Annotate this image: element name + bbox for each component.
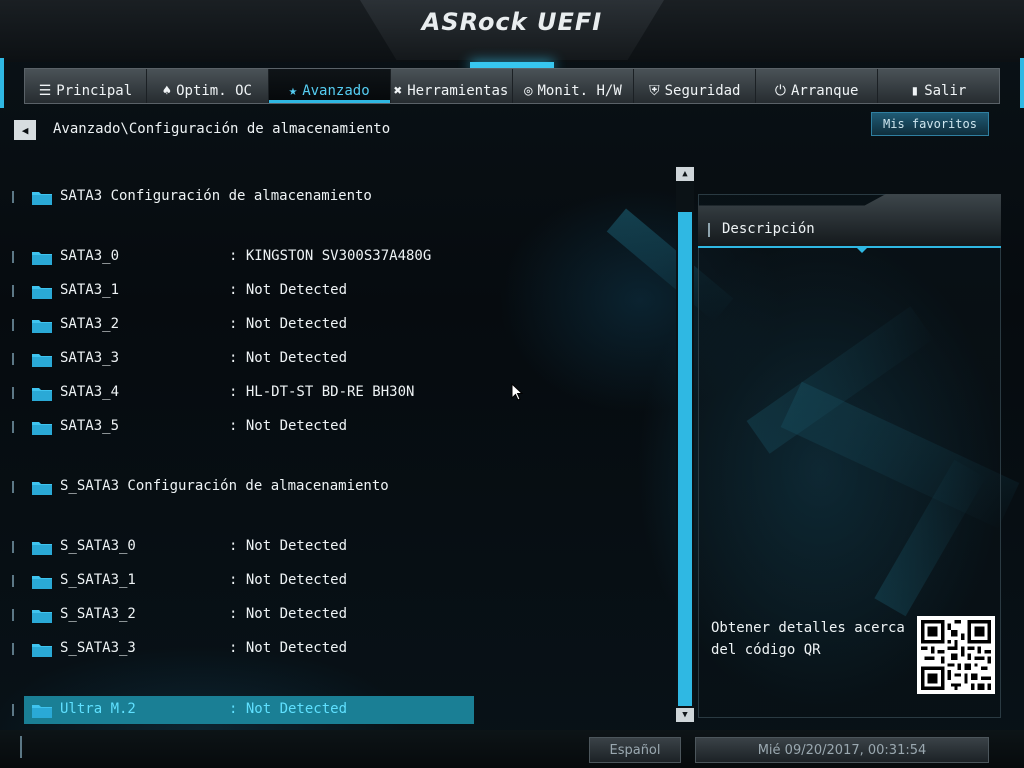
port-value: : Not Detected	[229, 640, 348, 656]
list-item-ssata3-3[interactable]: S_SATA3_3 : Not Detected	[0, 635, 476, 663]
folder-icon	[32, 286, 52, 299]
description-pointer	[856, 247, 868, 253]
power-icon: ⏻	[774, 83, 786, 99]
port-value: : Not Detected	[229, 350, 348, 366]
folder-icon	[32, 644, 52, 657]
list-icon: ☰	[38, 83, 52, 99]
tab-herramientas[interactable]: ✖ Herramientas	[391, 69, 513, 103]
nav-left-edge	[0, 58, 4, 108]
qr-code-icon	[921, 620, 991, 690]
list-item-sata3-2[interactable]: SATA3_2 : Not Detected	[0, 311, 476, 339]
port-value: : Not Detected	[229, 282, 348, 298]
scrollbar-thumb[interactable]	[678, 212, 692, 706]
main-nav: ☰ Principal ♠ Optim. OC ★ Avanzado ✖ Her…	[24, 68, 1000, 104]
nav-right-edge	[1020, 58, 1024, 108]
list-item-sata3-4[interactable]: SATA3_4 : HL-DT-ST BD-RE BH30N	[0, 379, 476, 407]
list-item-ultra-m2[interactable]: Ultra M.2 : Not Detected	[0, 696, 476, 724]
folder-icon	[32, 610, 52, 623]
port-value: : Not Detected	[229, 316, 348, 332]
tab-seguridad[interactable]: ⛨ Seguridad	[634, 69, 757, 103]
list-item-sata3-0[interactable]: SATA3_0 : KINGSTON SV300S37A480G	[0, 243, 476, 271]
folder-icon	[32, 542, 52, 555]
port-label: S_SATA3_2	[60, 606, 136, 622]
qr-text: Obtener detalles acerca del código QR	[711, 620, 905, 658]
port-value: : Not Detected	[229, 538, 348, 554]
port-label: SATA3_5	[60, 418, 120, 434]
section-label: S_SATA3 Configuración de almacenamiento	[60, 478, 389, 494]
port-label: SATA3_4	[60, 384, 120, 400]
tab-label: Avanzado	[302, 83, 370, 99]
port-label: SATA3_0	[60, 248, 120, 264]
port-label: SATA3_1	[60, 282, 120, 298]
section-ssata3[interactable]: S_SATA3 Configuración de almacenamiento	[0, 473, 476, 501]
folder-icon	[32, 388, 52, 401]
breadcrumb: Avanzado\Configuración de almacenamiento	[53, 121, 391, 137]
port-label: SATA3_2	[60, 316, 120, 332]
tab-label: Herramientas	[407, 83, 509, 99]
shield-icon: ⛨	[649, 83, 660, 99]
port-label: S_SATA3_3	[60, 640, 136, 656]
tools-icon: ✖	[393, 83, 403, 99]
tab-label: Optim. OC	[176, 83, 252, 99]
tab-avanzado[interactable]: ★ Avanzado	[268, 69, 391, 103]
port-label: S_SATA3_1	[60, 572, 136, 588]
folder-icon	[32, 576, 52, 589]
tab-label: Salir	[924, 83, 967, 99]
list-item-ssata3-2[interactable]: S_SATA3_2 : Not Detected	[0, 601, 476, 629]
folder-icon	[32, 354, 52, 367]
language-button[interactable]: Español	[589, 737, 681, 763]
mouse-cursor-icon	[511, 383, 523, 401]
list-item-sata3-3[interactable]: SATA3_3 : Not Detected	[0, 345, 476, 373]
port-value: : Not Detected	[229, 572, 348, 588]
triangle-down-icon: ▼	[682, 710, 688, 720]
folder-icon	[32, 192, 52, 205]
section-label: SATA3 Configuración de almacenamiento	[60, 188, 372, 204]
folder-icon	[32, 482, 52, 495]
tab-salir[interactable]: ▮ Salir	[878, 69, 999, 103]
scroll-down-button[interactable]: ▼	[676, 708, 694, 722]
description-title: Descripción	[722, 221, 815, 237]
folder-icon	[32, 320, 52, 333]
tab-monit-hw[interactable]: ◎ Monit. H/W	[513, 69, 635, 103]
exit-icon: ▮	[910, 83, 920, 99]
tab-label: Monit. H/W	[537, 83, 622, 99]
datetime-display: Mié 09/20/2017, 00:31:54	[695, 737, 989, 763]
tab-optim-oc[interactable]: ♠ Optim. OC	[147, 69, 269, 103]
port-value: : KINGSTON SV300S37A480G	[229, 248, 432, 264]
triangle-left-icon: ◀	[21, 123, 29, 137]
scroll-up-button[interactable]: ▲	[676, 167, 694, 181]
tab-arranque[interactable]: ⏻ Arranque	[756, 69, 879, 103]
star-icon: ★	[288, 83, 298, 99]
port-value: : HL-DT-ST BD-RE BH30N	[229, 384, 415, 400]
section-sata3[interactable]: SATA3 Configuración de almacenamiento	[0, 183, 476, 211]
tab-principal[interactable]: ☰ Principal	[25, 69, 147, 103]
port-label: SATA3_3	[60, 350, 120, 366]
tab-label: Arranque	[791, 83, 859, 99]
port-label: S_SATA3_0	[60, 538, 136, 554]
asrock-uefi-logo: ASRock UEFI	[421, 8, 603, 36]
rocket-icon: ♠	[162, 83, 172, 99]
port-value: : Not Detected	[229, 606, 348, 622]
back-button[interactable]: ◀	[14, 120, 36, 140]
folder-icon	[32, 252, 52, 265]
triangle-up-icon: ▲	[682, 169, 688, 179]
monitor-icon: ◎	[524, 83, 533, 99]
port-label: Ultra M.2	[60, 701, 136, 717]
list-item-ssata3-0[interactable]: S_SATA3_0 : Not Detected	[0, 533, 476, 561]
folder-icon	[32, 422, 52, 435]
favorites-button[interactable]: Mis favoritos	[871, 112, 989, 136]
port-value: : Not Detected	[229, 418, 348, 434]
list-item-sata3-1[interactable]: SATA3_1 : Not Detected	[0, 277, 476, 305]
tab-label: Seguridad	[664, 83, 741, 99]
list-item-sata3-5[interactable]: SATA3_5 : Not Detected	[0, 413, 476, 441]
folder-icon	[32, 705, 52, 718]
tab-label: Principal	[56, 83, 133, 99]
list-item-ssata3-1[interactable]: S_SATA3_1 : Not Detected	[0, 567, 476, 595]
port-value: : Not Detected	[229, 701, 348, 717]
description-divider	[698, 246, 1001, 248]
qr-code[interactable]	[917, 616, 995, 694]
